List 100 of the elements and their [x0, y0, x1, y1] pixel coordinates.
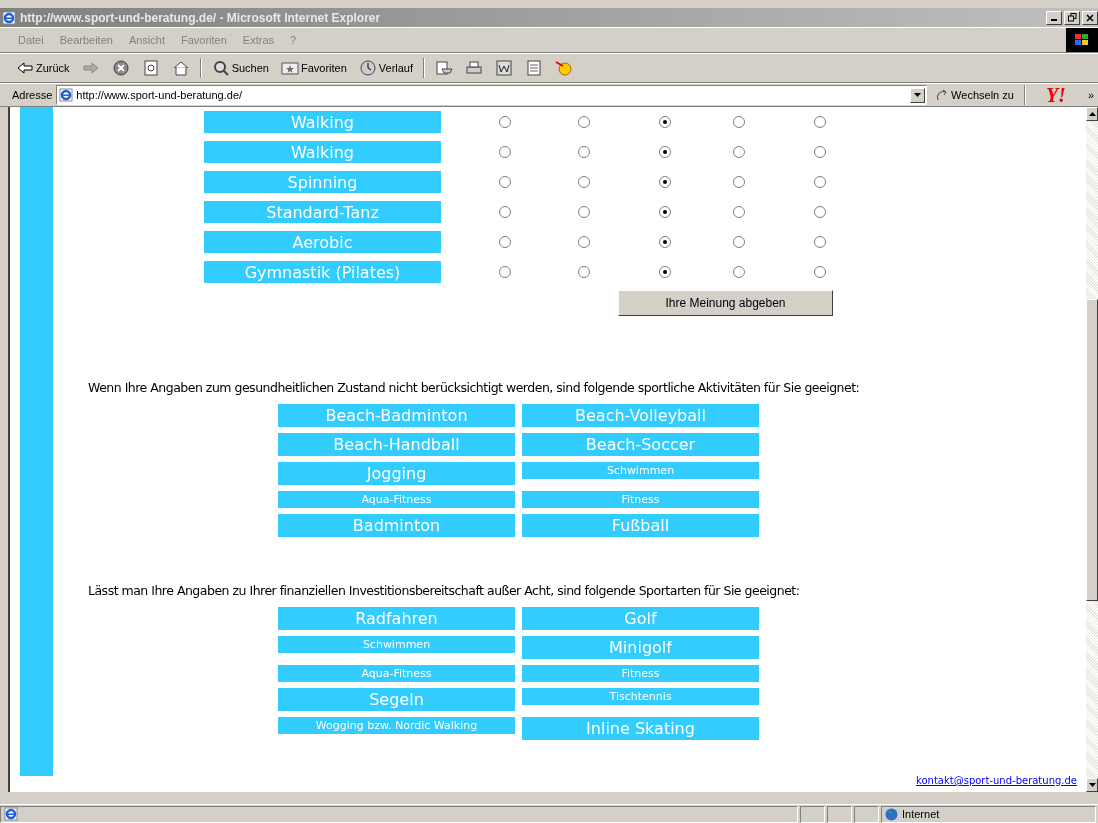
radio-button[interactable] [578, 266, 590, 278]
more-button[interactable]: » [1083, 87, 1098, 103]
radio-button[interactable] [733, 146, 745, 158]
activity-label: Aerobic [204, 231, 441, 253]
radio-button[interactable] [733, 176, 745, 188]
sport-label: Beach-Soccer [522, 433, 759, 456]
scrollbar[interactable] [1086, 107, 1098, 792]
radio-button[interactable] [659, 266, 671, 278]
favorites-button[interactable]: Favoriten [276, 57, 351, 79]
radio-button[interactable] [578, 236, 590, 248]
down-arrow-icon [1088, 783, 1096, 787]
globe-icon [885, 807, 898, 821]
sport-label: Segeln [278, 688, 515, 711]
restore-button[interactable] [1064, 10, 1080, 25]
radio-button[interactable] [814, 206, 826, 218]
search-icon [211, 59, 230, 77]
sport-label: Fußball [522, 514, 759, 537]
sport-label: Schwimmen [522, 462, 759, 479]
radio-button[interactable] [659, 206, 671, 218]
stop-icon [111, 59, 130, 77]
document-edit-icon [495, 59, 514, 77]
status-pane [800, 805, 825, 823]
radio-button[interactable] [578, 116, 590, 128]
submit-button[interactable]: Ihre Meinung abgeben [618, 290, 833, 316]
printer-icon [465, 59, 484, 77]
sport-label: Beach-Volleyball [522, 404, 759, 427]
activity-label: Walking [204, 111, 441, 133]
radio-button[interactable] [733, 206, 745, 218]
sport-label: Aqua-Fitness [278, 491, 515, 508]
mail-icon [435, 59, 454, 77]
back-button[interactable]: Zurück [12, 57, 74, 79]
ie-icon [2, 10, 16, 25]
sport-label: Schwimmen [278, 636, 515, 653]
sport-label: Fitness [522, 665, 759, 682]
radio-button[interactable] [659, 236, 671, 248]
scroll-down-button[interactable] [1086, 778, 1098, 792]
close-button[interactable] [1082, 10, 1098, 25]
activity-label: Standard-Tanz [204, 201, 441, 223]
sport-label: Beach-Handball [278, 433, 515, 456]
address-field[interactable]: http://www.sport-und-beratung.de/ [56, 85, 928, 105]
page-icon [59, 88, 74, 102]
search-button[interactable]: Suchen [207, 57, 273, 79]
radio-button[interactable] [733, 236, 745, 248]
close-icon [1086, 13, 1094, 22]
activity-label: Walking [204, 141, 441, 163]
activity-label: Spinning [204, 171, 441, 193]
radio-button[interactable] [499, 206, 511, 218]
sport-label: Minigolf [522, 636, 759, 659]
scroll-up-button[interactable] [1086, 107, 1098, 121]
radio-button[interactable] [659, 146, 671, 158]
radio-button[interactable] [814, 176, 826, 188]
radio-button[interactable] [499, 176, 511, 188]
radio-button[interactable] [659, 116, 671, 128]
radio-button[interactable] [733, 116, 745, 128]
sport-label: Inline Skating [522, 717, 759, 740]
contact-link[interactable]: kontakt@sport-und-beratung.de [916, 775, 1077, 786]
status-pane [827, 805, 852, 823]
zone-label: Internet [902, 808, 940, 820]
minimize-button[interactable] [1046, 10, 1062, 25]
dropdown-button[interactable] [910, 87, 926, 103]
document-icon [525, 59, 544, 77]
scroll-thumb[interactable] [1086, 298, 1098, 601]
history-button[interactable]: Verlauf [354, 57, 418, 79]
sport-label: Wogging bzw. Nordic Walking [278, 717, 515, 734]
radio-button[interactable] [578, 146, 590, 158]
radio-button[interactable] [499, 266, 511, 278]
windows-logo [1066, 28, 1098, 52]
radio-button[interactable] [814, 146, 826, 158]
radio-button[interactable] [499, 236, 511, 248]
result-text: Wenn Ihre Angaben zum gesundheitlichen Zustand nicht berücksichtigt werden, sind folgende sportliche Aktivitäten für Sie geeignet: [88, 380, 861, 395]
radio-button[interactable] [814, 266, 826, 278]
clock-icon [358, 59, 377, 77]
radio-button[interactable] [659, 176, 671, 188]
radio-button[interactable] [814, 236, 826, 248]
radio-button[interactable] [499, 146, 511, 158]
caret-icon [914, 93, 922, 97]
restore-icon [1067, 13, 1077, 22]
sport-label: Golf [522, 607, 759, 630]
activity-label: Gymnastik (Pilates) [204, 261, 441, 283]
radio-button[interactable] [733, 266, 745, 278]
sport-label: Fitness [522, 491, 759, 508]
status-pane [854, 805, 879, 823]
minimize-icon [1051, 19, 1057, 21]
sport-label: Aqua-Fitness [278, 665, 515, 682]
radio-button[interactable] [578, 176, 590, 188]
sport-label: Radfahren [278, 607, 515, 630]
window-title: http://www.sport-und-beratung.de/ - Microsoft Internet Explorer [20, 10, 382, 25]
sport-label: Jogging [278, 462, 515, 485]
back-arrow-icon [16, 59, 34, 77]
go-button[interactable]: Wechseln zu [931, 86, 1018, 104]
forward-arrow-icon [81, 59, 100, 77]
result-text: Lässt man Ihre Angaben zu Ihrer finanziellen Investitionsbereitschaft außer Acht, sind folgende Sportarten für Sie geeignet: [88, 583, 801, 598]
sport-label: Beach-Badminton [278, 404, 515, 427]
radio-button[interactable] [578, 206, 590, 218]
radio-button[interactable] [499, 116, 511, 128]
up-arrow-icon [1088, 112, 1096, 116]
home-icon [171, 59, 190, 77]
sport-label: Badminton [278, 514, 515, 537]
refresh-icon [141, 59, 160, 77]
radio-button[interactable] [814, 116, 826, 128]
